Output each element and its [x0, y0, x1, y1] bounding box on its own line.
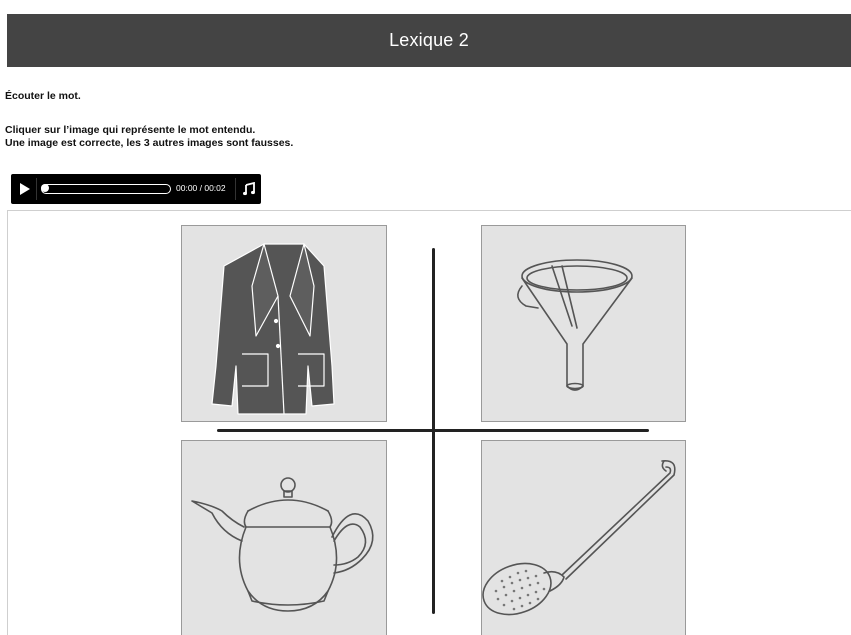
choice-card-funnel[interactable]: [481, 225, 686, 422]
player-divider: [235, 178, 236, 200]
progress-thumb[interactable]: [41, 184, 49, 192]
choice-card-coat[interactable]: [181, 225, 387, 422]
choice-card-skimmer[interactable]: [481, 440, 686, 635]
audio-player: 00:00 / 00:02: [11, 174, 261, 204]
page-title: Lexique 2: [389, 30, 469, 50]
skimmer-icon: [482, 459, 676, 616]
music-note-button[interactable]: [243, 181, 255, 196]
image-choice-area: [7, 210, 851, 635]
music-note-icon: [243, 181, 255, 196]
coat-icon: [211, 243, 335, 415]
play-icon: [20, 183, 30, 195]
audio-time: 00:00 / 00:02: [176, 183, 226, 193]
choice-card-teapot[interactable]: [181, 440, 387, 635]
exercise-page: Lexique 2 Écouter le mot. Cliquer sur l’…: [0, 0, 851, 635]
instruction-click: Cliquer sur l’image qui représente le mo…: [5, 124, 256, 136]
funnel-icon: [517, 259, 633, 391]
audio-progress-bar[interactable]: [41, 184, 171, 194]
player-divider: [36, 178, 37, 200]
horizontal-divider: [217, 429, 649, 432]
instruction-rule: Une image est correcte, les 3 autres ima…: [5, 137, 294, 149]
play-button[interactable]: [17, 181, 33, 197]
title-bar: Lexique 2: [7, 14, 851, 67]
teapot-icon: [191, 477, 374, 612]
instruction-listen: Écouter le mot.: [5, 90, 81, 102]
